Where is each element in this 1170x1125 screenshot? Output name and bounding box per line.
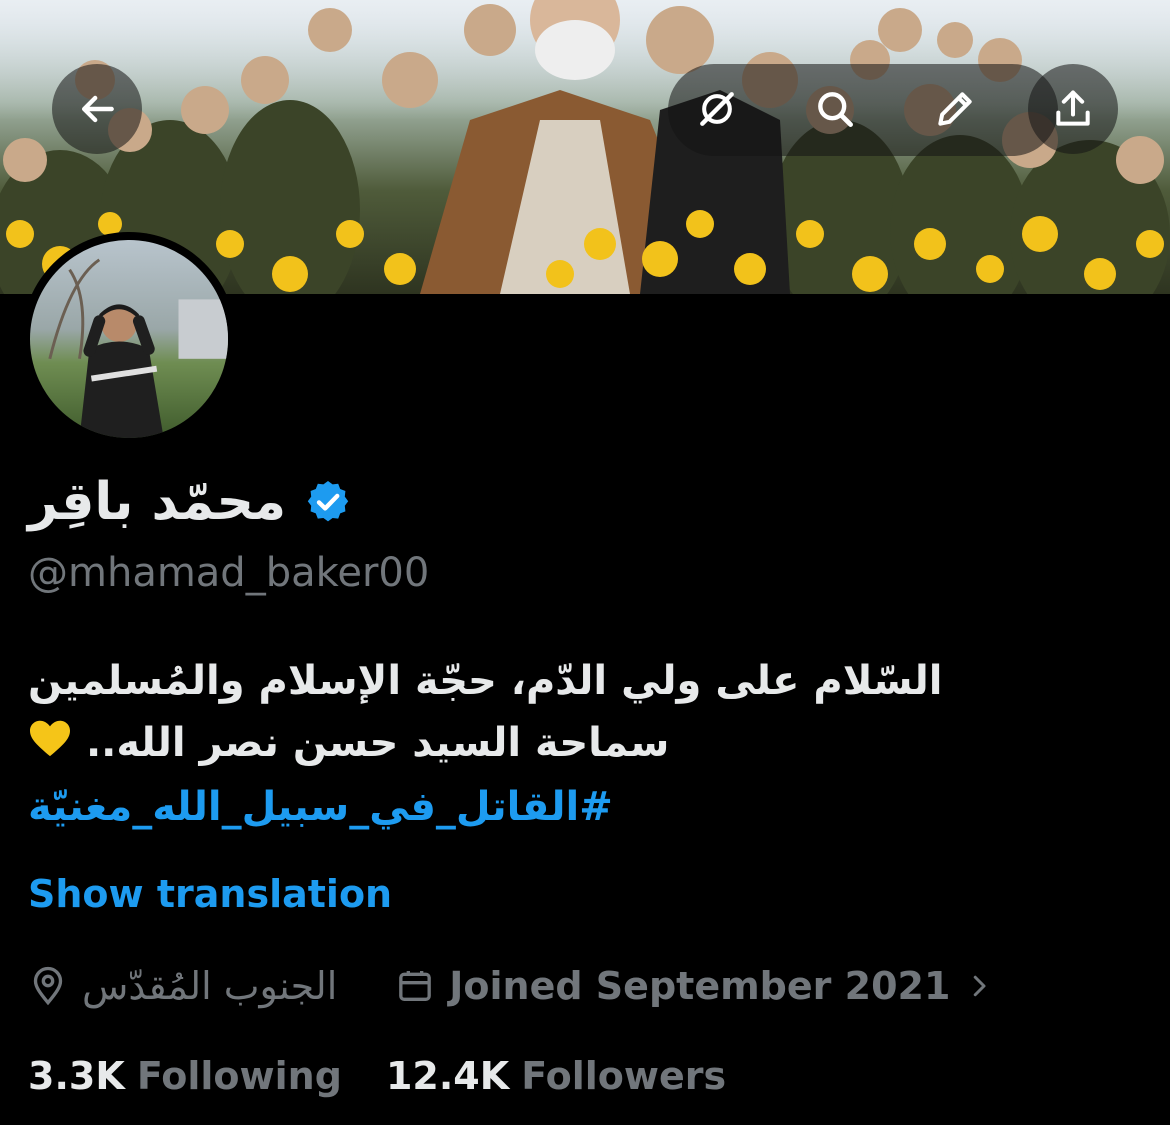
search-icon <box>818 92 853 127</box>
edit-button[interactable] <box>910 64 1000 154</box>
following-link[interactable]: 3.3K Following <box>28 1054 342 1098</box>
verified-badge-icon[interactable] <box>304 478 352 526</box>
avatar[interactable] <box>22 232 236 446</box>
profile-meta-row: الجنوب المُقدّس Joined September 2021 <box>28 958 994 1014</box>
profile-handle: @mhamad_baker00 <box>28 550 430 596</box>
profile-stats-row: 3.3K Following 12.4K Followers <box>28 1048 726 1104</box>
avatar-photo <box>30 240 228 438</box>
location-pin-icon <box>28 966 68 1006</box>
bio-line-1: السّلام على ولي الدّم، حجّة الإسلام والم… <box>28 658 943 704</box>
share-button[interactable] <box>1028 64 1118 154</box>
search-button[interactable] <box>790 64 880 154</box>
bio-line-2: سماحة السيد حسن نصر الله.. <box>85 720 670 766</box>
bio-hashtag-link[interactable]: #القاتل_في_سبيل_الله_مغنيّة <box>28 776 988 838</box>
calendar-icon <box>395 966 435 1006</box>
display-name: محمّد باقِر <box>28 472 287 532</box>
yellow-heart-icon <box>28 714 72 776</box>
profile-location: الجنوب المُقدّس <box>82 964 338 1008</box>
share-upload-icon <box>1056 90 1090 126</box>
profile-bio: السّلام على ولي الدّم، حجّة الإسلام والم… <box>28 650 988 838</box>
grok-icon <box>700 92 734 126</box>
following-label: Following <box>136 1054 342 1098</box>
grok-button[interactable] <box>672 64 762 154</box>
back-button[interactable] <box>52 64 142 154</box>
followers-label: Followers <box>521 1054 727 1098</box>
arrow-left-icon <box>81 95 114 123</box>
profile-name-row: محمّد باقِر <box>28 462 352 542</box>
pencil-icon <box>938 92 972 126</box>
bio-line-2-row: سماحة السيد حسن نصر الله.. <box>28 712 988 776</box>
profile-joined-date: Joined September 2021 <box>449 964 951 1008</box>
followers-count: 12.4K <box>385 1054 510 1098</box>
following-count: 3.3K <box>28 1054 125 1098</box>
chevron-right-icon[interactable] <box>964 971 994 1001</box>
show-translation-link[interactable]: Show translation <box>28 872 392 916</box>
followers-link[interactable]: 12.4K Followers <box>386 1054 726 1098</box>
